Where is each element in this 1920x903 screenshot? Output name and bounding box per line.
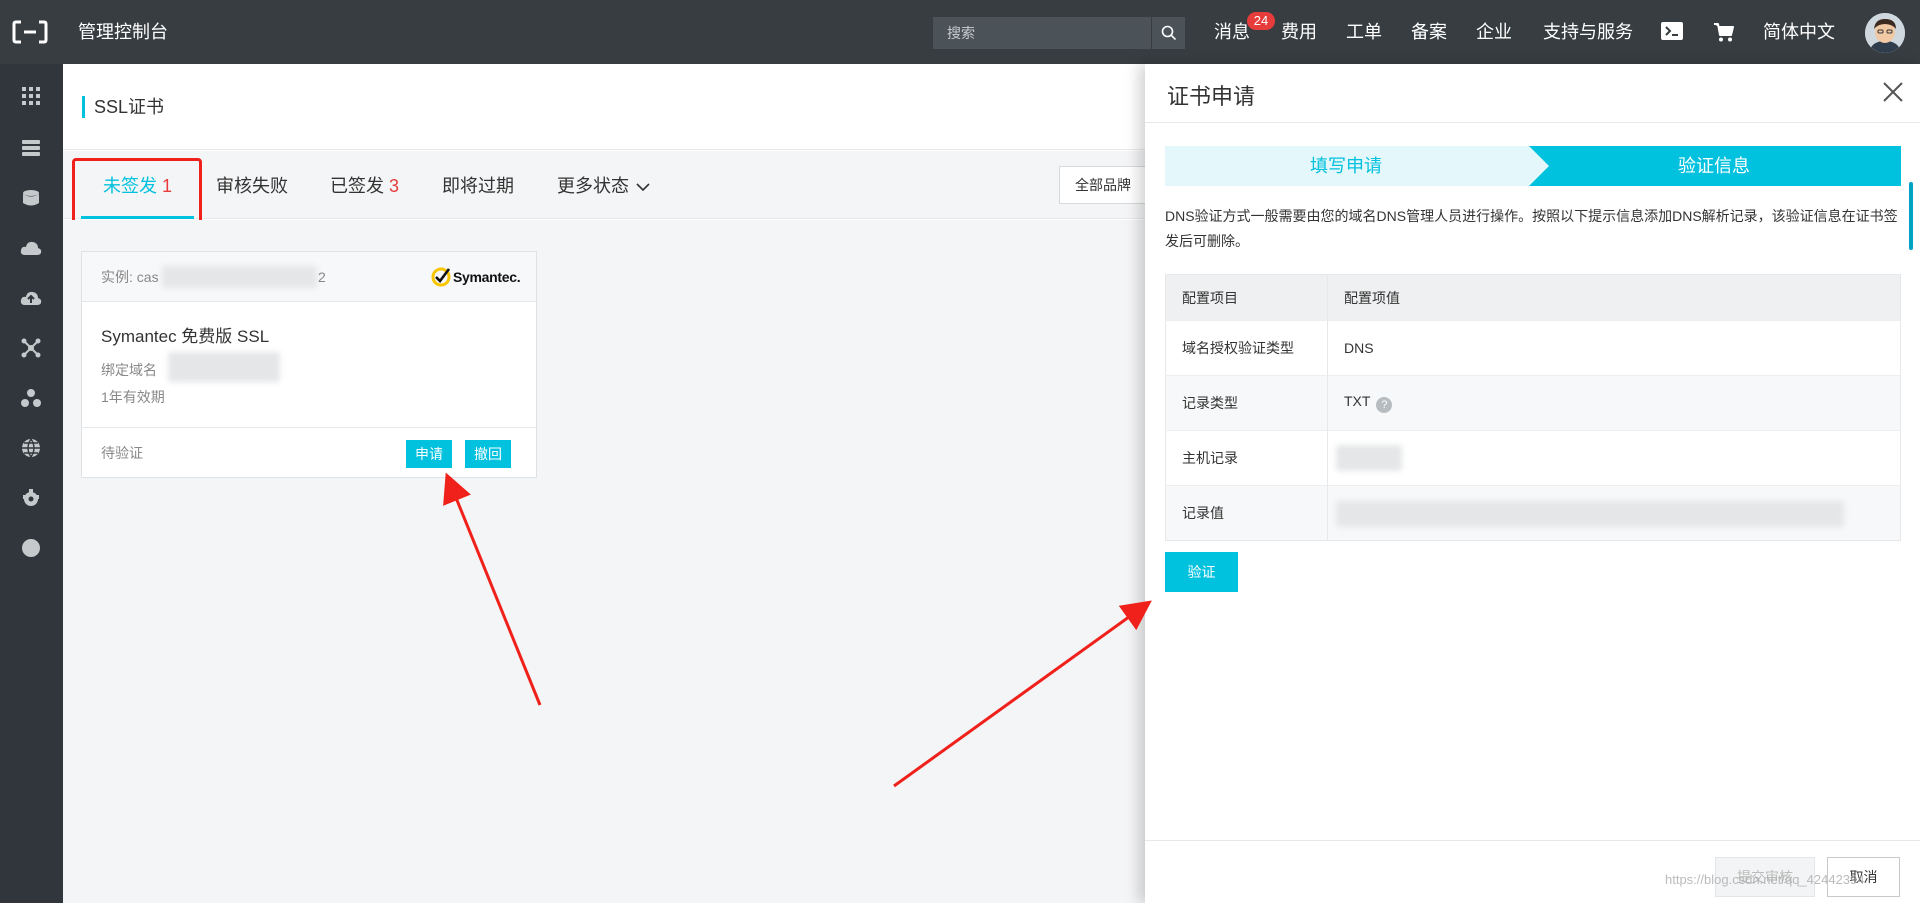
circle-icon[interactable] (19, 536, 43, 560)
table-row: 记录值 (1165, 485, 1901, 541)
table-header-row: 配置项目 配置项值 (1165, 274, 1901, 321)
row-value-cell (1327, 485, 1901, 541)
cart-icon[interactable] (1713, 21, 1735, 43)
status-badge: 待验证 (101, 445, 143, 461)
grid-icon[interactable] (19, 84, 43, 108)
search-button[interactable] (1151, 17, 1185, 49)
row-value-cell (1327, 430, 1901, 486)
row-value: TXT (1344, 393, 1371, 409)
steps-indicator: 填写申请 验证信息 (1165, 146, 1901, 186)
page-title: SSL证书 (94, 97, 165, 117)
avatar[interactable] (1865, 13, 1905, 53)
tab-issued-count: 3 (389, 176, 400, 196)
brand-filter-select[interactable]: 全部品牌 (1059, 166, 1149, 204)
step-verify-info: 验证信息 (1678, 156, 1750, 176)
aliyun-logo-icon[interactable] (12, 20, 48, 44)
card-instance-suffix: 2 (318, 269, 326, 285)
app-title[interactable]: 管理控制台 (78, 0, 168, 64)
network-icon[interactable] (19, 336, 43, 360)
table-row: 主机记录 (1165, 430, 1901, 486)
nav-support[interactable]: 支持与服务 (1543, 0, 1633, 64)
card-validity: 1年有效期 (101, 389, 165, 405)
apply-button[interactable]: 申请 (406, 440, 452, 468)
row-key: 记录类型 (1165, 375, 1328, 431)
search-box (933, 17, 1185, 49)
nav-icp[interactable]: 备案 (1411, 0, 1447, 64)
row-value-cell: TXT? (1327, 375, 1901, 431)
row-key: 域名授权验证类型 (1165, 320, 1328, 376)
tab-more-status[interactable]: 更多状态 (557, 174, 650, 198)
tab-more-status-label: 更多状态 (557, 176, 629, 196)
nav-enterprise[interactable]: 企业 (1476, 0, 1512, 64)
step-fill-application: 填写申请 (1310, 156, 1382, 176)
revoke-button[interactable]: 撤回 (465, 440, 511, 468)
symantec-logo: Symantec. (431, 266, 521, 288)
nav-tickets[interactable]: 工单 (1346, 0, 1382, 64)
brand-logo-text: Symantec. (453, 269, 521, 285)
redacted-instance-id (162, 266, 317, 288)
cloud-up-icon[interactable] (19, 286, 43, 310)
close-icon[interactable] (1879, 78, 1907, 106)
table-header-value: 配置项值 (1327, 274, 1901, 321)
card-cert-name: Symantec 免费版 SSL (101, 327, 270, 346)
tab-expiring-label: 即将过期 (442, 176, 514, 196)
card-footer: 待验证 申请 撤回 (82, 427, 536, 477)
table-row: 域名授权验证类型 DNS (1165, 320, 1901, 376)
tab-failed-label: 审核失败 (216, 176, 288, 196)
tab-issued-label: 已签发 (330, 176, 384, 196)
terminal-icon[interactable] (1661, 22, 1683, 42)
drawer-divider (1145, 122, 1920, 123)
settings-icon[interactable] (19, 486, 43, 510)
sidebar (0, 64, 63, 903)
help-icon[interactable]: ? (1376, 397, 1393, 413)
config-table: 配置项目 配置项值 域名授权验证类型 DNS 记录类型 TXT? 主机记录 记录… (1165, 274, 1901, 541)
certificate-apply-drawer: 证书申请 填写申请 验证信息 DNS验证方式一般需要由您的域名DNS管理人员进行… (1145, 64, 1920, 903)
row-key: 主机记录 (1165, 430, 1328, 486)
watermark: https://blog.csdn.net/qq_42442394 (1665, 872, 1865, 887)
globe-icon[interactable] (19, 436, 43, 460)
nav-language[interactable]: 简体中文 (1763, 0, 1835, 64)
check-badge-icon (431, 267, 451, 287)
certificate-card: 实例: cas 2 Symantec. Symantec 免费版 SSL 绑定域… (81, 251, 537, 478)
table-row: 记录类型 TXT? (1165, 375, 1901, 431)
messages-badge: 24 (1247, 12, 1275, 30)
search-input[interactable] (933, 17, 1151, 49)
top-bar: 管理控制台 消息 24 费用 工单 备案 企业 支持与服务 简体中文 (0, 0, 1920, 64)
redacted-host-record (1336, 445, 1402, 471)
drawer-title: 证书申请 (1167, 84, 1256, 109)
table-header-key: 配置项目 (1165, 274, 1328, 321)
title-accent-bar (82, 96, 85, 118)
database-icon[interactable] (19, 186, 43, 210)
scrollbar-thumb[interactable] (1909, 182, 1913, 250)
dns-description: DNS验证方式一般需要由您的域名DNS管理人员进行操作。按照以下提示信息添加DN… (1165, 208, 1898, 249)
cluster-icon[interactable] (19, 386, 43, 410)
card-header: 实例: cas 2 Symantec. (82, 252, 536, 302)
chevron-down-icon (636, 183, 650, 192)
card-domain-label: 绑定域名 (101, 362, 157, 378)
tab-issued[interactable]: 已签发 3 (330, 174, 399, 198)
server-icon[interactable] (19, 136, 43, 160)
nav-messages[interactable]: 消息 (1214, 0, 1250, 64)
cloud-icon[interactable] (19, 236, 43, 260)
tab-failed[interactable]: 审核失败 (216, 174, 288, 198)
redacted-record-value (1336, 501, 1844, 527)
verify-button[interactable]: 验证 (1165, 552, 1238, 592)
search-icon (1161, 25, 1176, 41)
row-key: 记录值 (1165, 485, 1328, 541)
card-instance-id: 实例: cas (101, 269, 159, 285)
redacted-domain (168, 352, 280, 382)
row-value: DNS (1327, 320, 1901, 376)
tab-expiring[interactable]: 即将过期 (442, 174, 514, 198)
nav-fees[interactable]: 费用 (1281, 0, 1317, 64)
